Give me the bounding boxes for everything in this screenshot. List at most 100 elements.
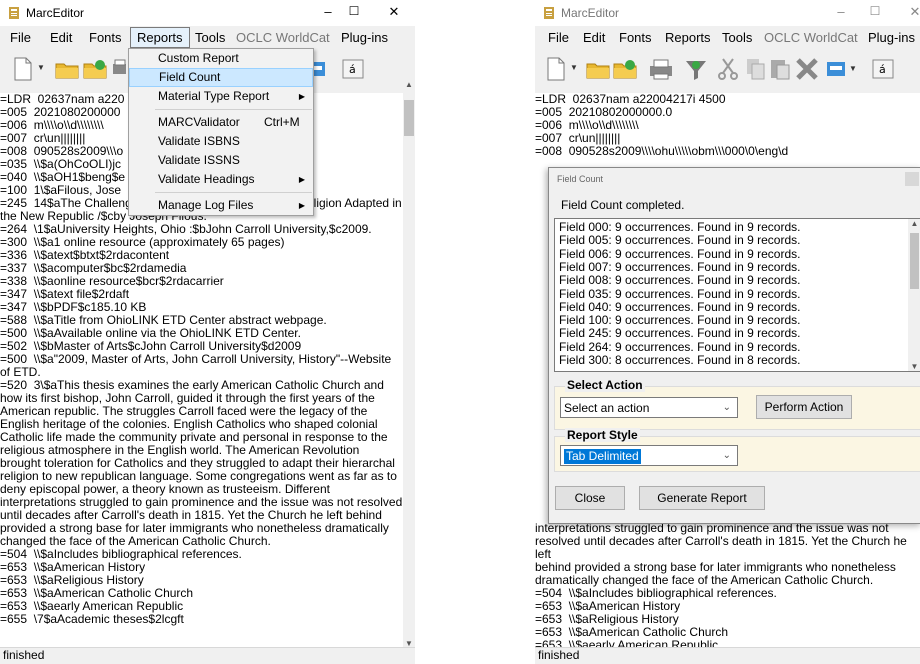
scroll-up-arrow-icon[interactable]: ▲ [403,80,415,89]
field-count-result[interactable]: Field 035: 9 occurrences. Found in 9 rec… [559,287,800,301]
field-count-result[interactable]: Field 005: 9 occurrences. Found in 9 rec… [559,233,800,247]
menu-fonts[interactable]: Fonts [89,30,122,45]
field-count-result[interactable]: Field 040: 9 occurrences. Found in 9 rec… [559,300,800,314]
validate-icon[interactable] [683,56,709,82]
minimize-button[interactable]: – [318,4,338,19]
generate-report-label: Generate Report [657,491,747,505]
menu-plug-ins[interactable]: Plug-ins [341,30,388,45]
title-bar: MarcEditor – ☐ ✕ [535,0,920,26]
field-count-results-list[interactable]: ▲ ▼ Field 000: 9 occurrences. Found in 9… [554,218,920,372]
open-folder-icon[interactable] [585,56,611,82]
field-count-result[interactable]: Field 008: 9 occurrences. Found in 9 rec… [559,273,800,287]
field-count-result[interactable]: Field 000: 9 occurrences. Found in 9 rec… [559,220,800,234]
menu-item-label: Field Count [159,70,221,84]
copy-icon[interactable] [743,56,769,82]
open-folder-icon[interactable] [54,56,80,82]
title-bar: MarcEditor – ☐ ✕ [0,0,415,26]
status-text: finished [538,648,580,662]
maximize-button[interactable]: ☐ [865,4,885,18]
menu-oclc-worldcat[interactable]: OCLC WorldCat [764,30,858,45]
scroll-up-arrow-icon[interactable]: ▲ [908,219,920,228]
menu-reports[interactable]: Reports [130,27,190,48]
window-title: MarcEditor [26,6,85,20]
report-style-group: Report Style Tab Delimited ⌄ [554,428,920,472]
status-bar: finished [535,647,920,664]
editor-scrollbar[interactable]: ▲ ▼ [403,80,415,648]
record-text-top[interactable]: =LDR 02637nam a22004217i 4500 =005 202108… [535,93,920,158]
window-title: MarcEditor [561,6,620,20]
report-style-dropdown[interactable]: Tab Delimited ⌄ [560,445,738,466]
character-map-icon[interactable]: á [342,56,364,82]
svg-text:á: á [349,63,356,76]
field-count-result[interactable]: Field 007: 9 occurrences. Found in 9 rec… [559,260,800,274]
field-count-result[interactable]: Field 245: 9 occurrences. Found in 9 rec… [559,326,800,340]
menu-separator [155,109,312,110]
menu-file[interactable]: File [10,30,31,45]
close-label: Close [574,491,606,505]
new-document-icon[interactable] [543,56,569,82]
reports-menu-item[interactable]: MARCValidator Ctrl+M [129,113,313,132]
open-recent-folder-icon[interactable] [82,56,108,82]
select-action-dropdown[interactable]: Select an action ⌄ [560,397,738,418]
results-scrollbar[interactable]: ▲ ▼ [908,219,920,371]
menu-edit[interactable]: Edit [583,30,605,45]
record-line: =655 \7$aAcademic theses$2lcgft [0,612,184,626]
menu-tools[interactable]: Tools [722,30,752,45]
field-count-result[interactable]: Field 006: 9 occurrences. Found in 9 rec… [559,247,800,261]
menu-item-label: Manage Log Files [158,198,254,212]
marceditor-app-icon [9,7,19,19]
field-count-result[interactable]: Field 264: 9 occurrences. Found in 9 rec… [559,340,800,354]
menu-edit[interactable]: Edit [50,30,72,45]
scroll-thumb[interactable] [910,233,919,289]
menu-item-label: Material Type Report [158,89,270,103]
svg-text:á: á [879,63,886,76]
perform-action-button[interactable]: Perform Action [756,395,852,419]
tools-dropdown-icon[interactable]: ▼ [849,64,857,73]
reports-menu-item[interactable]: Material Type Report ▶ [129,87,313,106]
report-style-label: Report Style [565,428,640,442]
field-count-result[interactable]: Field 300: 8 occurrences. Found in 8 rec… [559,353,800,367]
reports-menu-item[interactable]: Validate ISBNS [129,132,313,151]
menu-tools[interactable]: Tools [195,30,225,45]
report-style-value: Tab Delimited [564,449,641,464]
status-bar: finished [0,647,415,664]
new-document-icon[interactable] [10,56,36,82]
menu-file[interactable]: File [548,30,569,45]
new-dropdown-icon[interactable]: ▼ [570,63,578,72]
new-dropdown-icon[interactable]: ▼ [37,63,45,72]
reports-menu-item[interactable]: Manage Log Files ▶ [129,196,313,215]
close-button[interactable]: ✕ [384,4,404,20]
character-map-icon[interactable]: á [872,56,894,82]
reports-menu-item[interactable]: Validate ISSNS [129,151,313,170]
dialog-title: Field Count [557,174,604,184]
menu-fonts[interactable]: Fonts [619,30,652,45]
print-icon[interactable] [648,56,674,82]
minimize-button[interactable]: – [831,4,851,19]
scroll-down-arrow-icon[interactable]: ▼ [908,362,920,371]
menu-reports[interactable]: Reports [665,30,711,45]
menu-item-label: Validate Headings [158,172,255,186]
delete-icon[interactable] [794,56,820,82]
close-button[interactable]: Close [555,486,625,510]
scroll-thumb[interactable] [404,100,414,136]
menu-oclc-worldcat[interactable]: OCLC WorldCat [236,30,330,45]
record-text-bottom[interactable]: interpretations struggled to gain promin… [535,522,920,664]
print-icon[interactable] [112,56,126,82]
menu-plug-ins[interactable]: Plug-ins [868,30,915,45]
menu-bar: File Edit Fonts Reports Tools OCLC World… [535,26,920,49]
dialog-close-icon[interactable] [905,172,919,186]
reports-menu-item[interactable]: Custom Report [129,49,313,68]
open-recent-folder-icon[interactable] [612,56,638,82]
marc-tools-icon[interactable] [825,56,847,82]
menu-item-label: Validate ISBNS [158,134,240,148]
cut-icon[interactable] [715,56,741,82]
reports-menu-item[interactable]: Field Count [129,68,313,87]
close-button[interactable]: ✕ [905,4,920,20]
reports-menu-item[interactable]: Validate Headings ▶ [129,170,313,189]
record-line: =520 3\$aThis thesis examines the early … [0,378,403,548]
paste-icon[interactable] [767,56,793,82]
maximize-button[interactable]: ☐ [344,4,364,18]
generate-report-button[interactable]: Generate Report [639,486,765,510]
field-count-result[interactable]: Field 100: 9 occurrences. Found in 9 rec… [559,313,800,327]
menu-item-label: Custom Report [158,51,239,65]
